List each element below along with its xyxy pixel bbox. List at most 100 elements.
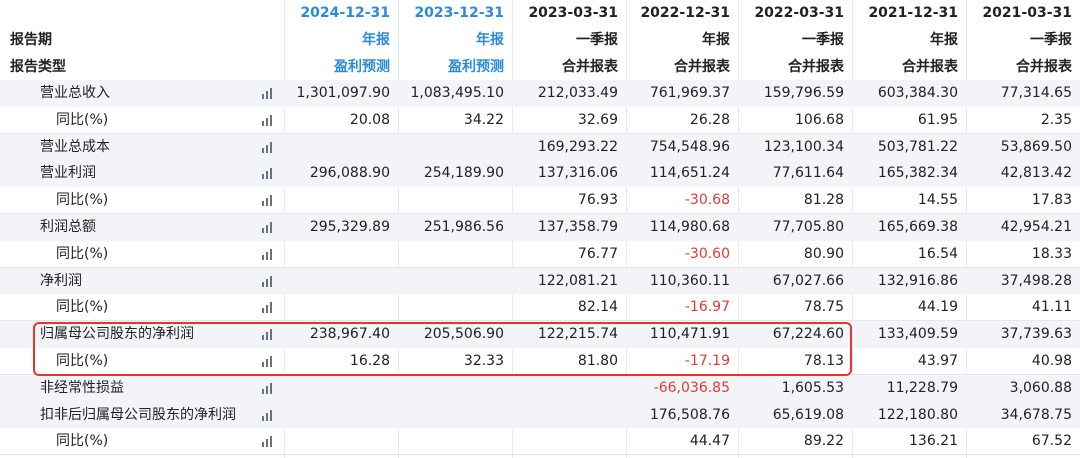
row-label: 同比(%) [56, 299, 109, 316]
table-cell: 44.47 [689, 433, 730, 450]
bar-chart-icon[interactable] [262, 409, 276, 421]
table-cell [398, 134, 510, 161]
table-cell: 169,293.22 [537, 138, 618, 155]
table-cell: -30.68 [684, 192, 730, 209]
bar-chart-icon[interactable] [262, 248, 276, 260]
table-cell: 251,986.56 [423, 219, 504, 235]
column-header-date-cell[interactable]: 2023-03-31 [512, 0, 624, 27]
table-cell: 133,409.59 [877, 326, 958, 343]
table-cell: 26.28 [689, 111, 730, 128]
table-row: 营业总成本 169,293.22 754,548.96 123,100.34 503,7… [0, 133, 1080, 161]
row-label: 同比(%) [56, 433, 109, 450]
table-cell: 110,471.91 [649, 326, 730, 343]
table-row: 归属母公司股东的净利润 238,967.40 205,506.90 122,215.7… [0, 321, 1080, 348]
table-cell: 77,705.80 [772, 219, 844, 235]
table-cell: 754,548.96 [649, 138, 730, 155]
report-type-row-cell: 合并报表 [674, 58, 730, 75]
table-cell: 212,033.49 [537, 85, 618, 101]
table-cell: 67,224.60 [772, 326, 844, 343]
bar-chart-icon[interactable] [262, 382, 276, 394]
report-period-row-cell: 一季报 [1030, 31, 1072, 48]
bar-chart-icon[interactable] [262, 222, 276, 233]
column-header-date-cell[interactable]: 2024-12-31 [284, 0, 396, 27]
table-cell: 32.69 [577, 111, 618, 128]
table-cell: 254,189.90 [423, 165, 504, 182]
table-cell: 82.14 [577, 299, 618, 316]
bar-chart-icon[interactable] [262, 195, 276, 207]
column-header-date-cell[interactable]: 2021-12-31 [852, 0, 964, 27]
table-cell: 1,083,495.10 [410, 85, 504, 101]
row-label: 营业利润 [40, 165, 96, 182]
bar-chart-icon[interactable] [262, 275, 276, 287]
table-cell [398, 187, 510, 213]
bar-chart-icon[interactable] [262, 356, 276, 367]
table-cell: 603,384.30 [877, 85, 958, 101]
table-cell: 137,316.06 [537, 165, 618, 182]
table-cell: 114,980.68 [649, 219, 730, 235]
column-header-date-cell[interactable]: 2021-03-31 [966, 0, 1078, 27]
column-header-date-cell[interactable]: 2022-12-31 [624, 0, 736, 27]
row-label: 净利润 [40, 272, 82, 289]
bar-chart-icon[interactable] [262, 168, 276, 180]
column-header-date-cell[interactable]: 2022-03-31 [738, 0, 850, 27]
table-cell [512, 375, 624, 402]
table-cell: -66,036.85 [653, 379, 730, 396]
report-type-row-cell: 合并报表 [562, 58, 618, 75]
report-type-row-cell: 盈利预测 [334, 58, 390, 75]
table-cell: 43.97 [917, 353, 958, 369]
table-cell: 176,508.76 [649, 406, 730, 423]
table-row: 营业总收入 1,301,097.90 1,083,495.10 212,033.49 7… [0, 80, 1080, 107]
table-cell: 17.83 [1031, 192, 1072, 209]
table-cell: 3,060.88 [1009, 379, 1072, 396]
table-cell [284, 187, 396, 213]
report-type-row-cell: 合并报表 [788, 58, 844, 75]
table-cell: 2.35 [1040, 111, 1072, 128]
table-cell: 761,969.37 [649, 85, 730, 101]
table-cell: 136.21 [909, 433, 958, 450]
table-cell [398, 402, 510, 429]
table-cell [398, 428, 510, 454]
table-cell: 76.93 [577, 192, 618, 209]
table-cell: 77,611.64 [772, 165, 844, 182]
table-cell: 16.28 [349, 353, 390, 369]
table-cell: 61.95 [917, 111, 958, 128]
table-cell: 80.90 [803, 245, 844, 262]
table-cell: 65,619.08 [772, 406, 844, 423]
report-period-row-cell: 年报 [362, 31, 390, 48]
table-cell: 122,081.21 [537, 272, 618, 289]
row-label: 营业总收入 [40, 85, 110, 101]
bar-chart-icon[interactable] [262, 88, 276, 99]
financial-table: 2024-12-31 2023-12-31 2023-03-31 2022-12-31… [0, 0, 1080, 458]
table-row: 同比(%) 16.28 32.33 81.80 -17.19 78.13 43.97 40.9… [0, 348, 1080, 375]
table-cell: 238,967.40 [309, 326, 390, 343]
table-row: 同比(%) 20.08 34.22 32.69 26.28 106.68 61.95 2.35 [0, 107, 1080, 134]
table-cell [512, 428, 624, 454]
report-period-row-cell: 年报 [702, 31, 730, 48]
bar-chart-icon[interactable] [262, 302, 276, 314]
table-row: 净利润 122,081.21 110,360.11 67,027.66 132,916.… [0, 267, 1080, 295]
table-cell [284, 294, 396, 320]
bar-chart-icon[interactable] [262, 114, 276, 126]
table-cell [284, 241, 396, 267]
table-cell [284, 268, 396, 295]
bar-chart-icon[interactable] [262, 329, 276, 341]
table-cell: 165,382.34 [877, 165, 958, 182]
bar-chart-icon[interactable] [262, 436, 276, 448]
report-period-row-label: 报告期 [10, 31, 52, 48]
table-row: 同比(%) 44.47 89.22 136.21 67.52 [0, 428, 1080, 456]
table-cell: 14.55 [917, 192, 958, 209]
table-cell: 123,100.34 [763, 138, 844, 155]
row-label: 利润总额 [40, 219, 96, 235]
table-cell: 1,605.53 [781, 379, 844, 396]
table-cell: 37,739.63 [1000, 326, 1072, 343]
table-row: 营业利润 296,088.90 254,189.90 137,316.06 114,65… [0, 160, 1080, 188]
table-cell: 296,088.90 [309, 165, 390, 182]
table-cell: 67.52 [1031, 433, 1072, 450]
table-cell: 16.54 [917, 245, 958, 262]
bar-chart-icon[interactable] [262, 141, 276, 153]
column-header-date-cell[interactable]: 2023-12-31 [398, 0, 510, 27]
table-cell: 1,301,097.90 [296, 85, 390, 101]
table-cell: 67,027.66 [772, 272, 844, 289]
table-cell: -16.97 [684, 299, 730, 316]
table-cell: 78.13 [803, 353, 844, 369]
